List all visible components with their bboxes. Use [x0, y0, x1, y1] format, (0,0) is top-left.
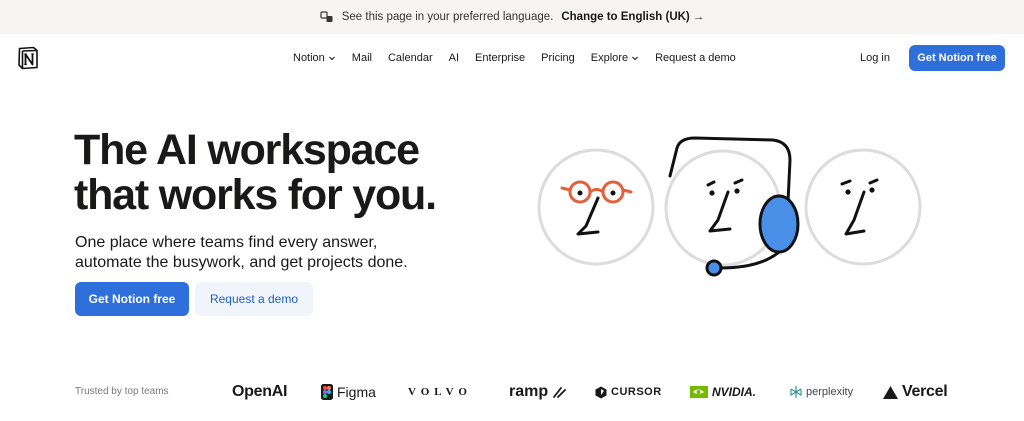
nvidia-icon — [690, 386, 708, 398]
face-with-headset-icon — [664, 136, 800, 277]
nav-item-ai[interactable]: AI — [441, 44, 467, 72]
get-notion-free-button[interactable]: Get Notion free — [75, 282, 189, 316]
perplexity-logo-text: perplexity — [806, 386, 854, 398]
translate-icon — [320, 10, 334, 24]
nav-item-label: AI — [448, 52, 460, 64]
hero-illustration — [537, 136, 922, 277]
top-navbar: Notion Mail Calendar AI Enterprise Prici… — [0, 34, 1024, 82]
figma-logo: Figma — [321, 384, 376, 400]
arrow-right-icon: → — [692, 11, 705, 23]
hero-title-line-2: that works for you. — [74, 171, 437, 219]
figma-icon — [321, 384, 333, 400]
nav-links: Notion Mail Calendar AI Enterprise Prici… — [285, 34, 744, 82]
openai-logo: OpenAI — [232, 383, 288, 400]
nvidia-logo-text: NVIDIA. — [712, 385, 757, 399]
nav-item-label: Explore — [590, 52, 629, 64]
nav-item-label: Pricing — [541, 52, 575, 64]
nav-item-calendar[interactable]: Calendar — [380, 44, 441, 72]
get-notion-free-nav-button[interactable]: Get Notion free — [909, 45, 1005, 71]
face-with-glasses-icon — [537, 148, 655, 266]
ramp-icon — [553, 387, 567, 398]
nav-item-pricing[interactable]: Pricing — [533, 44, 583, 72]
notion-logo-icon[interactable] — [16, 46, 40, 70]
hero-subtitle-line-2: automate the busywork, and get projects … — [75, 254, 408, 271]
login-link[interactable]: Log in — [850, 44, 900, 72]
nav-item-mail[interactable]: Mail — [344, 44, 380, 72]
chevron-down-icon — [328, 56, 335, 61]
nav-item-label: Enterprise — [475, 52, 526, 64]
cursor-logo-text: CURSOR — [611, 386, 662, 398]
volvo-logo: VOLVO — [408, 386, 472, 398]
nvidia-logo: NVIDIA. — [690, 385, 756, 399]
banner-message: See this page in your preferred language… — [341, 11, 554, 23]
nav-item-explore[interactable]: Explore — [583, 44, 647, 72]
nav-item-label: Calendar — [387, 52, 433, 64]
request-demo-button[interactable]: Request a demo — [195, 282, 313, 316]
hero-title: The AI workspace that works for you. — [74, 128, 494, 218]
ramp-logo-text: ramp — [509, 383, 549, 400]
cursor-logo: CURSOR — [595, 386, 662, 399]
hero-subtitle: One place where teams find every answer,… — [75, 233, 435, 273]
cursor-icon — [595, 386, 607, 398]
ramp-logo: ramp — [509, 383, 567, 401]
nav-item-enterprise[interactable]: Enterprise — [467, 44, 533, 72]
perplexity-logo: perplexity — [790, 385, 853, 399]
nav-item-label: Request a demo — [655, 52, 736, 64]
change-language-link[interactable]: Change to English (UK) → — [561, 11, 704, 23]
nav-item-notion[interactable]: Notion — [285, 44, 344, 72]
change-language-label: Change to English (UK) — [561, 11, 690, 23]
face-icon — [804, 148, 922, 266]
nav-item-request-demo[interactable]: Request a demo — [647, 44, 744, 72]
perplexity-icon — [790, 386, 802, 398]
nav-item-label: Notion — [293, 52, 325, 64]
vercel-logo: Vercel — [883, 383, 948, 401]
chevron-down-icon — [632, 56, 638, 61]
vercel-triangle-icon — [883, 385, 898, 399]
hero-subtitle-line-1: One place where teams find every answer, — [75, 234, 378, 251]
figma-logo-text: Figma — [337, 384, 376, 400]
vercel-logo-text: Vercel — [902, 383, 948, 400]
trusted-label: Trusted by top teams — [75, 386, 169, 397]
nav-item-label: Mail — [351, 52, 372, 64]
language-banner: See this page in your preferred language… — [0, 0, 1024, 34]
hero-title-line-1: The AI workspace — [74, 126, 420, 174]
